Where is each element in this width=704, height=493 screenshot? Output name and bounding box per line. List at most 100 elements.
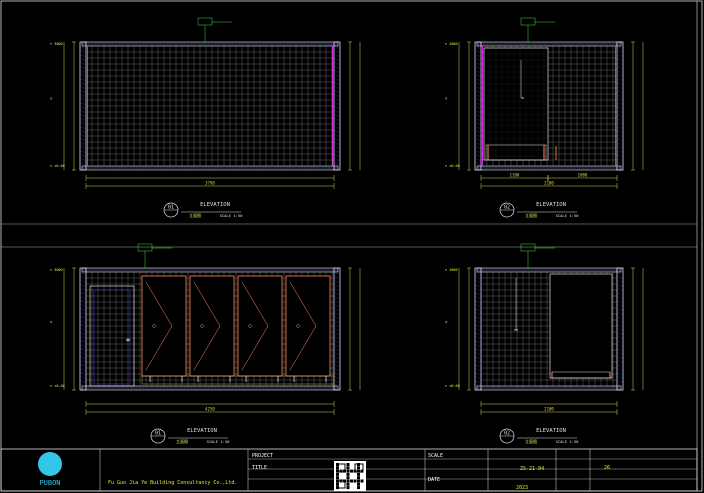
wall-hatch [79,331,87,336]
date-value: 2023 [516,485,529,491]
wall-hatch [474,53,482,58]
dimension-label: 1100 [510,173,520,178]
wall-hatch [474,331,482,336]
wall-hatch [79,319,87,324]
wall-hatch [474,93,482,98]
wall-hatch [474,153,482,158]
wall-hatch [333,129,341,134]
wall-hatch [474,275,482,280]
wall-hatch [616,141,624,146]
wall-hatch [616,45,624,50]
wall-hatch [616,121,624,126]
elevation-drawings: ▽ 3000 ▽ ▽ ±0.00 3790 01 ELEVATION SCALE 1:50 立… [0,0,703,492]
wall-hatch [474,295,482,300]
elevation-caption-1: 01 ELEVATION SCALE 1:50 立面图 [163,202,243,218]
wall-hatch [333,379,341,384]
height-dimension [72,41,76,171]
wall-hatch [474,287,482,292]
wall-hatch [333,137,341,142]
wall-hatch [616,323,624,328]
wall-hatch [474,335,482,340]
wall-hatch [474,367,482,372]
height-dimension [72,267,76,391]
qr-module [346,486,350,490]
wall-hatch [333,283,341,288]
wall-hatch [616,57,624,62]
wall-hatch [333,57,341,62]
wall-hatch [333,97,341,102]
field-label-date: DATE [428,477,441,483]
dimension-label: 2100 [544,181,554,186]
caption-title: ELEVATION [536,428,566,434]
wall-hatch [474,49,482,54]
wall-hatch [616,311,624,316]
company-name: Fu Guo Jia Ye Building Consultancy Co.,L… [108,480,238,486]
dimension-label: 4250 [205,407,215,412]
shower-opening [483,47,549,161]
wall-hatch [616,65,624,70]
wall-hatch [333,117,341,122]
dimension-label: 3790 [205,181,215,186]
wall-hatch [474,45,482,50]
dimension-label: 2100 [544,407,554,412]
wall-hatch [474,359,482,364]
elevation-caption-4: 02 ELEVATION SCALE 1:50 立面图 [499,428,579,444]
wall-hatch [79,315,87,320]
wall-hatch [474,339,482,344]
wall-hatch [474,141,482,146]
wall-hatch [79,351,87,356]
wall-hatch [333,161,341,166]
wall-hatch [79,379,87,384]
partition-door [285,275,331,377]
wall-hatch [333,89,341,94]
wall-hatch [333,45,341,50]
wall-hatch [333,287,341,292]
wall-hatch [333,315,341,320]
wall-hatch [616,331,624,336]
wall-hatch [79,73,87,78]
wall-hatch [474,343,482,348]
wall-hatch [333,105,341,110]
wall-hatch [616,125,624,130]
wall-hatch [616,295,624,300]
wall-hatch [333,109,341,114]
wall-hatch [79,105,87,110]
wall-hatch [333,49,341,54]
wall-hatch [333,375,341,380]
wall-hatch [333,101,341,106]
wall-hatch [474,81,482,86]
wall-hatch [616,89,624,94]
height-dimension [348,41,352,171]
wall-hatch [79,125,87,130]
wall-hatch [333,81,341,86]
wall-hatch [474,315,482,320]
wall-hatch [333,363,341,368]
height-dimension [631,41,635,171]
wall-hatch [474,125,482,130]
elevation-caption-3: 01 ELEVATION SCALE 1:50 立面图 [150,428,230,444]
wall-hatch [79,89,87,94]
wall-hatch [616,335,624,340]
dim-segment-right: 1000 [547,173,618,181]
wall-hatch [333,125,341,130]
wall-hatch [616,49,624,54]
entry-door-leaf [93,289,131,385]
wall-hatch [616,77,624,82]
right-wall [616,41,624,171]
level-mark: ▽ [445,96,448,101]
wall-hatch [616,339,624,344]
wall-hatch [616,363,624,368]
caption-number: 02 [504,205,510,211]
wall-hatch [79,61,87,66]
wall-hatch [79,299,87,304]
wall-hatch [333,61,341,66]
elevation-caption-2: 02 ELEVATION SCALE 1:50 立面图 [499,202,579,218]
floor-slab [476,165,622,171]
company-logo-text: PUBON [39,479,60,487]
wall-hatch [616,375,624,380]
wall-hatch [616,53,624,58]
wall-hatch [79,113,87,118]
caption-title: ELEVATION [536,202,566,208]
wall-hatch [79,371,87,376]
wall-hatch [616,61,624,66]
